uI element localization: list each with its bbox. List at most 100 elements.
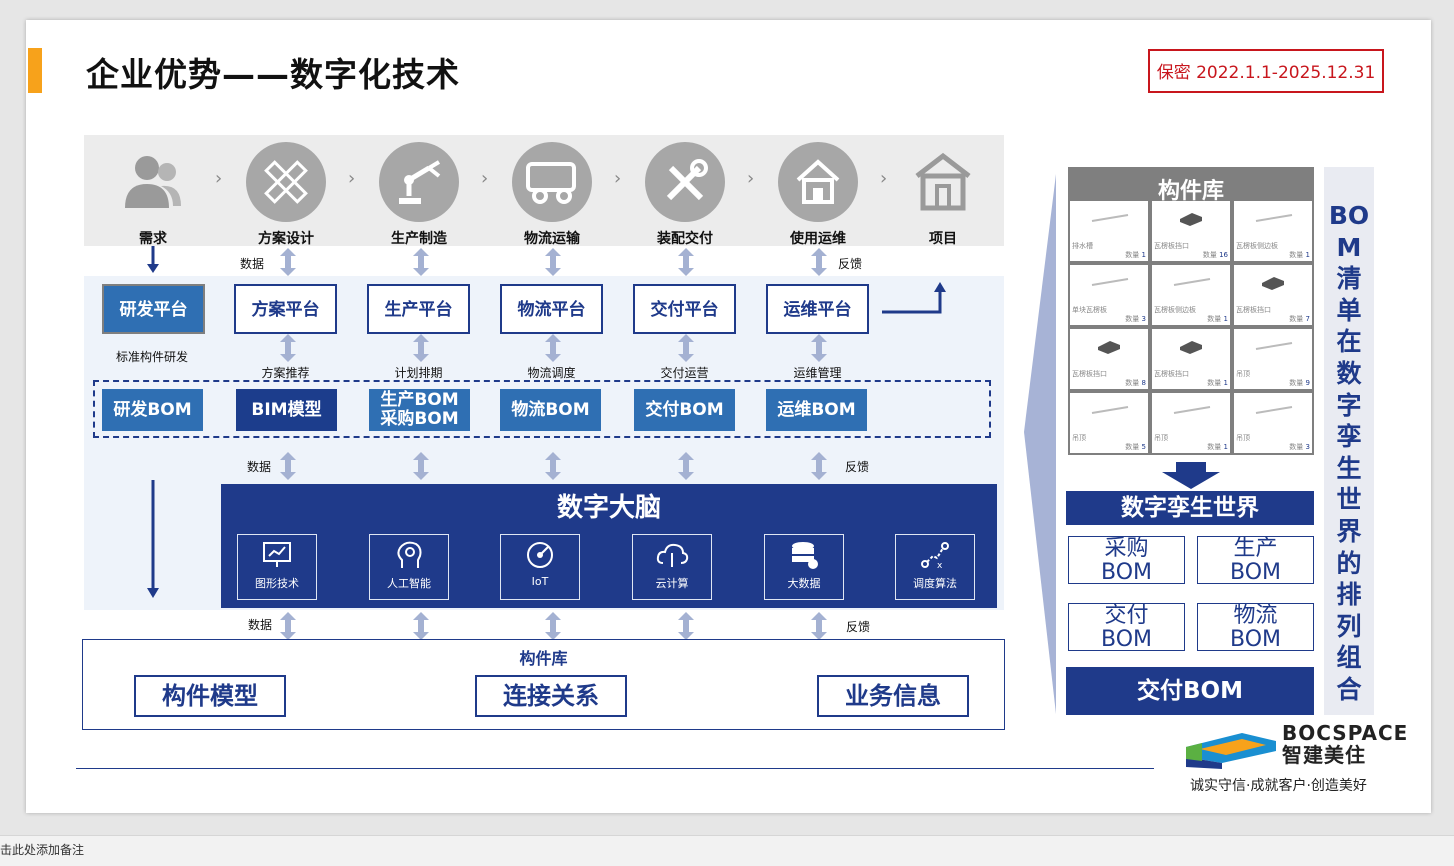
- vertical-caption: BO M 清单在数字孪生世界的排列组合: [1324, 200, 1374, 706]
- footer-line: [76, 768, 1154, 769]
- chevron-right-icon: ›: [348, 168, 356, 189]
- brand-name: BOCSPACE 智建美住: [1282, 722, 1408, 766]
- library-item-business: 业务信息: [817, 675, 969, 717]
- panel-icon: [1173, 278, 1211, 286]
- library-item-connection: 连接关系: [475, 675, 627, 717]
- component-count: 数量 1: [1207, 378, 1228, 388]
- stage-label: 装配交付: [657, 231, 713, 247]
- cloud-icon: [633, 535, 711, 575]
- double-arrow-icon: [280, 334, 296, 362]
- twin-world-title: 数字孪生世界: [1066, 491, 1314, 525]
- vertical-char: 数: [1336, 358, 1362, 388]
- tech-0: 图形技术: [237, 534, 317, 600]
- stage-label: 使用运维: [790, 231, 846, 247]
- component-cell[interactable]: 瓦楞板挡口 数量 7: [1234, 265, 1312, 325]
- platform-0: 研发平台: [102, 284, 205, 334]
- stage-label: 生产制造: [391, 231, 447, 247]
- panel-icon: [1173, 406, 1211, 414]
- platform-sub-label: 方案推荐: [261, 366, 310, 380]
- double-arrow-icon: [545, 612, 561, 640]
- component-cell[interactable]: 吊顶 数量 1: [1152, 393, 1230, 453]
- count-prefix: 数量: [1125, 443, 1140, 451]
- vertical-char: 世: [1336, 485, 1362, 515]
- panel-icon: [1255, 406, 1293, 414]
- double-arrow-icon: [811, 248, 827, 276]
- count-prefix: 数量: [1289, 251, 1304, 259]
- truck-icon: [512, 142, 592, 222]
- page-title: 企业优势——数字化技术: [86, 55, 460, 94]
- component-cell[interactable]: 吊顶数量 9: [1234, 329, 1312, 389]
- component-cell[interactable]: 瓦楞板挡口 数量 1: [1152, 329, 1230, 389]
- component-cell[interactable]: 排水槽 数量 1: [1070, 201, 1148, 261]
- brand-slogan: 诚实守信·成就客户·创造美好: [1190, 778, 1367, 794]
- tech-5: x 调度算法: [895, 534, 975, 600]
- component-cell[interactable]: 瓦楞板侧边板 数量 1: [1234, 201, 1312, 261]
- vertical-char: 清: [1336, 264, 1362, 294]
- component-name: 瓦楞板侧边板: [1154, 306, 1196, 314]
- vertical-char: 字: [1336, 390, 1362, 420]
- tech-2: IoT: [500, 534, 580, 600]
- vertical-char: 界: [1336, 516, 1362, 546]
- down-arrow-long-icon: [147, 480, 159, 598]
- platform-3: 物流平台: [500, 284, 603, 334]
- stage-6: 项目: [893, 142, 993, 248]
- component-count: 数量 16: [1203, 250, 1228, 260]
- stage-label: 物流运输: [524, 231, 580, 247]
- feedback-label: 反馈: [846, 620, 871, 634]
- library-title: 构件库: [519, 649, 568, 668]
- chevron-right-icon: ›: [614, 168, 622, 189]
- count-prefix: 数量: [1289, 443, 1304, 451]
- component-cell[interactable]: 单块瓦楞板 数量 3: [1070, 265, 1148, 325]
- svg-text:x: x: [937, 561, 943, 570]
- count-prefix: 数量: [1207, 315, 1222, 323]
- count-value: 8: [1141, 379, 1146, 387]
- brand-name-en: BOCSPACE: [1282, 721, 1409, 745]
- count-value: 1: [1223, 443, 1228, 451]
- vertical-char: M: [1336, 232, 1362, 262]
- double-arrow-icon: [413, 248, 429, 276]
- stage-3: 物流运输: [502, 142, 602, 248]
- component-name: 瓦楞板挡口: [1072, 370, 1107, 378]
- notes-pane[interactable]: 击此处添加备注: [0, 835, 1454, 866]
- component-name: 吊顶: [1236, 370, 1250, 378]
- component-count: 数量 9: [1289, 378, 1310, 388]
- accent-bar: [28, 48, 42, 93]
- double-arrow-icon: [678, 612, 694, 640]
- component-cell[interactable]: 吊顶 数量 3: [1234, 393, 1312, 453]
- vertical-char: 的: [1336, 548, 1362, 578]
- component-cell[interactable]: 吊顶 数量 5: [1070, 393, 1148, 453]
- double-arrow-icon: [280, 452, 296, 480]
- component-cell[interactable]: 瓦楞板侧边板 数量 1: [1152, 265, 1230, 325]
- chevron-right-icon: ›: [747, 168, 755, 189]
- bocspace-logo-icon: [1186, 733, 1276, 769]
- component-count: 数量 3: [1125, 314, 1146, 324]
- platform-2: 生产平台: [367, 284, 470, 334]
- building-icon: [903, 142, 983, 222]
- double-arrow-icon: [811, 612, 827, 640]
- vertical-char: 生: [1336, 453, 1362, 483]
- component-cell[interactable]: 瓦楞板挡口 数量 16: [1152, 201, 1230, 261]
- delivery-bom: 交付BOM: [1066, 667, 1314, 715]
- double-arrow-icon: [413, 334, 429, 362]
- chevron-right-icon: ›: [481, 168, 489, 189]
- count-value: 3: [1141, 315, 1146, 323]
- tech-label: 图形技术: [255, 577, 299, 590]
- tools-icon: [645, 142, 725, 222]
- bom-4: 交付BOM: [634, 389, 735, 431]
- panel-icon: [1091, 406, 1129, 414]
- double-arrow-icon: [545, 334, 561, 362]
- confidential-badge: 保密 2022.1.1-2025.12.31: [1148, 49, 1384, 93]
- component-cell[interactable]: 瓦楞板挡口 数量 8: [1070, 329, 1148, 389]
- bom-1: BIM模型: [236, 389, 337, 431]
- data-label: 数据: [247, 460, 272, 474]
- double-arrow-icon: [545, 248, 561, 276]
- count-prefix: 数量: [1207, 379, 1222, 387]
- return-arrow-icon: [882, 282, 946, 314]
- stage-2: 生产制造: [369, 142, 469, 248]
- tech-label: 大数据: [787, 577, 821, 590]
- zoom-wedge: [1024, 174, 1056, 714]
- bom-3: 物流BOM: [500, 389, 601, 431]
- panel-icon: [1091, 278, 1129, 286]
- count-value: 9: [1305, 379, 1310, 387]
- bom-0: 研发BOM: [102, 389, 203, 431]
